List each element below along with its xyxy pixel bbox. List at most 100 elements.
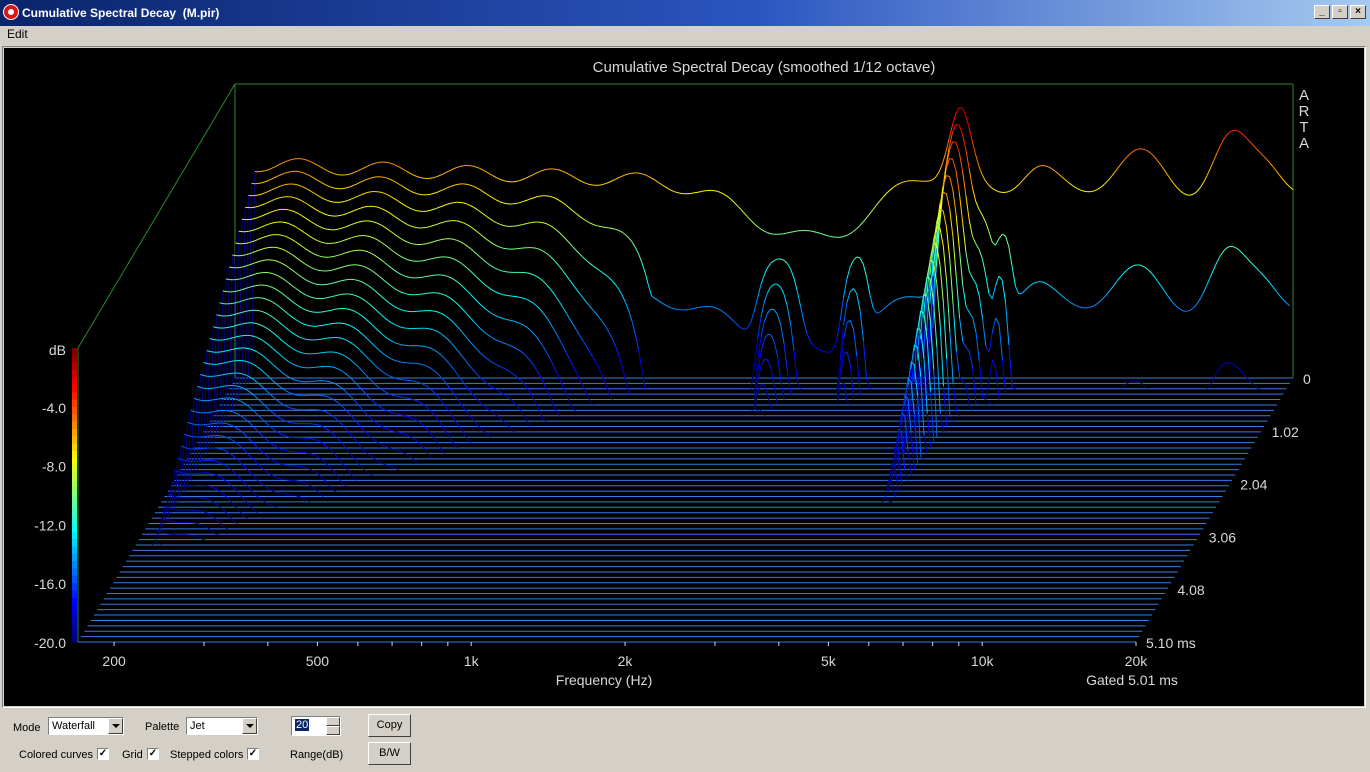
decay-curve-segment [1131, 380, 1135, 382]
spin-down-icon[interactable] [326, 726, 340, 735]
menu-edit[interactable]: Edit [7, 27, 28, 41]
decay-curve-segment [268, 234, 273, 237]
decay-curve-segment [955, 124, 960, 126]
frequency-tick-label: 2k [618, 653, 634, 669]
decay-curve-segment [1134, 264, 1138, 266]
decay-curve-segment [245, 242, 249, 244]
decay-curve-segment [213, 410, 218, 413]
decay-curve-segment [456, 183, 460, 186]
mode-label: Mode [13, 722, 41, 734]
decay-curve-segment [223, 385, 227, 387]
window-title: Cumulative Spectral Decay (M.pir) [22, 6, 220, 20]
decay-curve-segment [249, 297, 253, 300]
decay-curve-segment [423, 243, 428, 245]
color-scale-step [72, 502, 77, 510]
decay-curve-segment [430, 177, 434, 179]
palette-select[interactable]: Jet [186, 717, 258, 735]
decay-curve-segment [1140, 148, 1145, 150]
decay-curve-segment [258, 182, 262, 184]
chevron-down-icon[interactable] [242, 718, 257, 734]
color-scale-step [72, 355, 77, 363]
decay-curve-segment [191, 535, 196, 537]
decay-curve-segment [394, 395, 399, 398]
spin-up-icon[interactable] [326, 717, 340, 726]
decay-curve-segment [220, 385, 224, 388]
decay-curve-segment [608, 227, 613, 229]
decay-curve-segment [401, 326, 405, 329]
decay-curve-segment [204, 485, 208, 487]
colored-curves-label: Colored curves [19, 749, 93, 761]
decay-curve-segment [398, 413, 402, 416]
grid-checkbox[interactable]: ✓ [147, 748, 159, 760]
db-tick-label: -20.0 [34, 635, 66, 651]
decay-curve-segment [308, 325, 313, 327]
colored-curves-checkbox[interactable]: ✓ [97, 748, 109, 760]
decay-curve-segment [328, 282, 332, 285]
decay-curve-segment [223, 338, 227, 341]
color-scale-step [72, 377, 77, 385]
decay-curve-segment [426, 209, 431, 212]
color-scale-step [72, 487, 77, 496]
decay-curve-segment [334, 241, 339, 244]
color-scale-step [72, 428, 77, 437]
decay-curve-segment [786, 231, 791, 234]
color-scale-step [72, 465, 77, 474]
decay-curve-segment [216, 374, 221, 377]
bw-button[interactable]: B/W [368, 742, 411, 765]
time-tick-label: 2.04 [1240, 477, 1267, 493]
decay-curve-segment [280, 492, 284, 495]
decay-curve-segment [226, 326, 230, 329]
decay-curve-segment [272, 259, 276, 262]
decay-curve-segment [222, 290, 227, 293]
decay-curve-segment [411, 380, 415, 382]
color-scale-step [72, 370, 77, 378]
chevron-down-icon[interactable] [108, 718, 123, 734]
range-value[interactable]: 20 [295, 719, 310, 731]
decay-curve-segment [299, 466, 304, 468]
restore-button[interactable]: ▫ [1332, 5, 1348, 19]
decay-curve-segment [367, 191, 371, 193]
waterfall-chart: Cumulative Spectral Decay (smoothed 1/12… [4, 48, 1364, 706]
color-scale-step [72, 436, 77, 444]
decay-curve-segment [688, 308, 692, 310]
mode-select[interactable]: Waterfall [48, 717, 124, 735]
chart-title: Cumulative Spectral Decay (smoothed 1/12… [593, 59, 936, 76]
decay-curve-segment [213, 398, 218, 401]
decay-curve-segment [206, 363, 211, 365]
decay-curve-segment [335, 308, 339, 310]
decay-curve-segment [328, 366, 333, 368]
copy-button[interactable]: Copy [368, 714, 411, 737]
color-scale-step [72, 472, 77, 481]
decay-curve-segment [324, 242, 329, 244]
decay-curve-segment [407, 276, 411, 279]
decay-curve-segment [902, 296, 907, 298]
decay-curve-segment [280, 478, 284, 480]
decay-curve-segment [225, 278, 230, 281]
decay-curve-segment [296, 480, 301, 483]
decay-curve-segment [254, 194, 259, 196]
close-button[interactable]: × [1350, 5, 1366, 19]
decay-curve-segment [545, 168, 550, 170]
decay-curve-segment [810, 230, 814, 233]
time-tick-label: 1.02 [1272, 424, 1299, 440]
decay-curve-segment [770, 233, 774, 235]
decay-curve-segment [340, 201, 345, 203]
color-scale-step [72, 458, 77, 466]
color-scale-step [72, 605, 77, 613]
decay-curve-segment [628, 172, 632, 175]
range-spinner[interactable]: 20 [291, 716, 341, 736]
decay-curve-segment [325, 323, 329, 326]
color-scale-step [72, 480, 77, 488]
decay-curve-segment [325, 380, 330, 383]
time-tick-label: 4.08 [1177, 582, 1204, 598]
minimize-button[interactable]: _ [1314, 5, 1330, 19]
decay-curve-segment [207, 423, 211, 425]
decay-curve-segment [526, 222, 530, 225]
decay-curve-segment [216, 363, 221, 365]
stepped-colors-checkbox[interactable]: ✓ [247, 748, 259, 760]
decay-curve-segment [299, 380, 303, 383]
decay-curve-segment [232, 302, 237, 304]
color-scale-step [72, 509, 77, 518]
decay-curve-segment [998, 191, 1003, 193]
decay-curve-segment [345, 308, 349, 310]
